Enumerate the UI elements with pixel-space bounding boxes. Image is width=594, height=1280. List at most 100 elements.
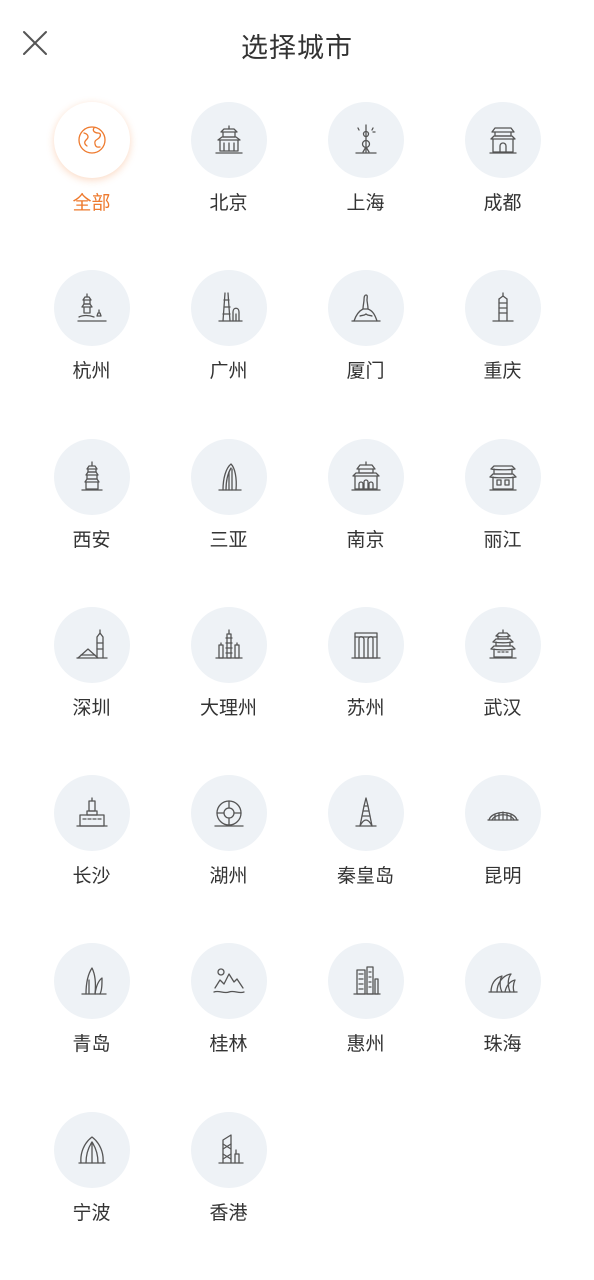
- city-icon-circle: [53, 943, 130, 1020]
- city-item[interactable]: 惠州: [297, 943, 434, 1111]
- city-item[interactable]: 深圳: [23, 606, 160, 775]
- city-icon-circle: [190, 1111, 267, 1188]
- city-name-label: 长沙: [72, 865, 111, 888]
- yellow-crane-tower-icon: [488, 629, 517, 659]
- spire-icon: [354, 797, 377, 827]
- city-item[interactable]: 青岛: [23, 943, 160, 1111]
- city-name-label: 杭州: [72, 360, 111, 383]
- city-name-label: 青岛: [72, 1033, 111, 1056]
- city-name-label: 秦皇岛: [336, 865, 394, 888]
- city-item[interactable]: 成都: [434, 102, 571, 270]
- city-item[interactable]: 杭州: [23, 270, 160, 438]
- city-name-label: 成都: [483, 192, 522, 214]
- ancient-house-icon: [488, 464, 517, 491]
- arch-stadium-icon: [486, 811, 519, 821]
- city-item[interactable]: 长沙: [23, 775, 160, 943]
- city-name-label: 北京: [209, 192, 248, 214]
- sail-building-icon: [217, 462, 242, 491]
- highrise-icon: [352, 966, 381, 996]
- karst-mountain-icon: [212, 968, 245, 994]
- city-item[interactable]: 北京: [160, 102, 297, 270]
- city-item[interactable]: 全部: [23, 102, 160, 270]
- city-icon-circle: [190, 606, 267, 683]
- tower-icon: [491, 292, 514, 322]
- city-name-label: 桂林: [209, 1033, 248, 1056]
- city-name-label: 昆明: [483, 865, 522, 888]
- city-item[interactable]: 上海: [297, 102, 434, 270]
- city-item[interactable]: 桂林: [160, 943, 297, 1111]
- city-item[interactable]: 宁波: [23, 1111, 160, 1280]
- city-icon-circle: [327, 102, 404, 178]
- city-item[interactable]: 湖州: [160, 775, 297, 943]
- city-icon-circle: [327, 270, 404, 347]
- monument-icon: [75, 797, 108, 827]
- city-item[interactable]: 秦皇岛: [297, 775, 434, 943]
- city-item[interactable]: 昆明: [434, 775, 571, 943]
- city-icon-circle: [464, 943, 541, 1020]
- city-item[interactable]: 丽江: [434, 438, 571, 607]
- city-picker-screen: 选择城市 全部 北京 上海 成都杭州 广州 厦门 重庆西安 三亚 南京 丽江深圳 大理州 苏州 武汉长沙…: [0, 0, 594, 1280]
- city-icon-circle: [327, 606, 404, 683]
- city-item[interactable]: 香港: [160, 1111, 297, 1280]
- city-item[interactable]: 三亚: [160, 438, 297, 607]
- city-name-label: 厦门: [346, 360, 385, 383]
- gate-building-icon: [350, 632, 381, 659]
- statue-rock-icon: [350, 294, 381, 322]
- city-icon-circle: [464, 606, 541, 683]
- city-icon-circle: [464, 102, 541, 178]
- city-icon-circle: [190, 775, 267, 852]
- city-icon-circle: [53, 775, 130, 852]
- city-item[interactable]: 重庆: [434, 270, 571, 438]
- city-name-label: 湖州: [209, 865, 248, 888]
- city-icon-circle: [464, 438, 541, 515]
- city-item[interactable]: 大理州: [160, 606, 297, 775]
- city-item[interactable]: 珠海: [434, 943, 571, 1111]
- city-icon-circle: [53, 102, 130, 178]
- skyline-icon: [75, 629, 108, 659]
- city-name-label: 宁波: [72, 1201, 111, 1224]
- city-icon-circle: [190, 943, 267, 1020]
- header: 选择城市: [0, 0, 594, 90]
- city-name-label: 重庆: [483, 360, 522, 383]
- city-name-label: 惠州: [346, 1033, 385, 1056]
- temple-icon: [214, 125, 243, 154]
- city-icon-circle: [464, 270, 541, 347]
- pagoda-lake-icon: [76, 293, 107, 322]
- sail-tower-icon: [80, 967, 107, 996]
- city-icon-circle: [190, 270, 267, 347]
- city-item[interactable]: 南京: [297, 438, 434, 607]
- city-icon-circle: [190, 438, 267, 515]
- moon-hotel-icon: [213, 800, 244, 827]
- city-item[interactable]: 苏州: [297, 606, 434, 775]
- bank-tower-icon: [217, 1134, 244, 1164]
- city-name-label: 大理州: [199, 696, 257, 719]
- tv-tower-icon: [354, 124, 377, 154]
- city-name-label: 上海: [346, 192, 385, 214]
- city-name-label: 三亚: [209, 528, 248, 551]
- city-name-label: 南京: [346, 528, 385, 551]
- city-item[interactable]: 厦门: [297, 270, 434, 438]
- city-icon-circle: [53, 606, 130, 683]
- canton-tower-icon: [217, 292, 243, 322]
- city-icon-circle: [464, 775, 541, 852]
- page-title: 选择城市: [241, 33, 353, 64]
- shell-building-icon: [77, 1136, 106, 1164]
- city-name-label: 香港: [209, 1201, 248, 1224]
- city-item[interactable]: 西安: [23, 438, 160, 607]
- city-name-label: 武汉: [483, 696, 522, 719]
- city-item[interactable]: 武汉: [434, 606, 571, 775]
- pagoda-icon: [80, 460, 103, 491]
- city-icon-circle: [327, 775, 404, 852]
- city-name-label: 西安: [72, 528, 111, 551]
- city-icon-circle: [327, 943, 404, 1020]
- city-name-label: 苏州: [346, 696, 385, 719]
- opera-house-icon: [487, 973, 518, 994]
- city-grid: 全部 北京 上海 成都杭州 广州 厦门 重庆西安 三亚 南京 丽江深圳 大理州 苏州 武汉长沙 湖州 秦皇岛…: [23, 102, 571, 1280]
- city-name-label: 丽江: [483, 528, 522, 551]
- three-pagodas-icon: [214, 629, 243, 659]
- city-icon-circle: [190, 102, 267, 178]
- city-name-label: 珠海: [483, 1033, 522, 1056]
- city-item[interactable]: 广州: [160, 270, 297, 438]
- city-name-label: 广州: [209, 360, 248, 383]
- city-icon-circle: [53, 1111, 130, 1188]
